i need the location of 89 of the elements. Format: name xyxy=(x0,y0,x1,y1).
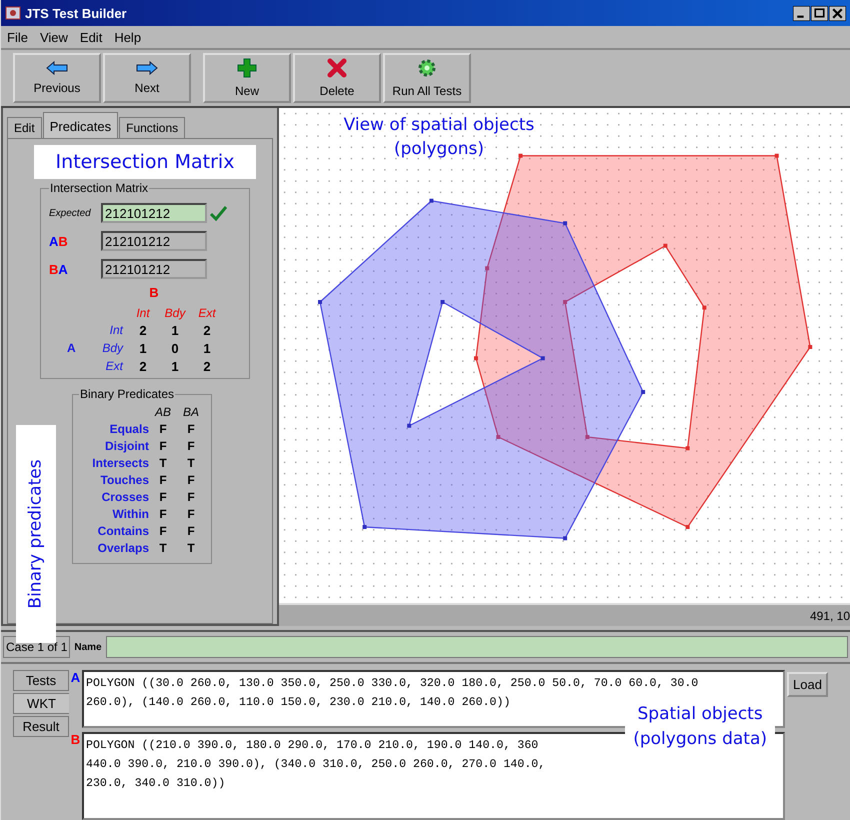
window-title: JTS Test Builder xyxy=(25,6,127,20)
matrix-value: 2 xyxy=(202,323,212,338)
row-header: Ext xyxy=(104,359,124,374)
matrix-value: 2 xyxy=(202,359,212,374)
app-icon xyxy=(5,5,21,21)
matrix-value: 1 xyxy=(138,341,148,356)
geometry-letter: B xyxy=(70,732,82,749)
toolbar-button[interactable]: Previous xyxy=(13,53,101,103)
predicate-name: Intersects xyxy=(91,456,149,470)
matrix-value: 2 xyxy=(138,323,148,338)
predicate-name: Equals xyxy=(108,422,149,436)
matrix-label: A xyxy=(67,341,76,355)
matrix-label: B xyxy=(149,285,159,300)
geometry-letter: B xyxy=(58,234,68,248)
predicate-value: F xyxy=(158,524,168,538)
predicate-name: Contains xyxy=(96,524,149,538)
annotation-label: View of spatial objects (polygons) xyxy=(342,114,536,161)
predicate-value: F xyxy=(186,490,196,504)
geometry-letter: A xyxy=(49,234,58,248)
matrix-value: 2 xyxy=(138,359,148,374)
right-arrow-icon xyxy=(136,61,158,75)
menu-item[interactable]: View xyxy=(40,30,68,44)
toolbar-button[interactable]: Delete xyxy=(293,53,381,103)
matrix-field[interactable]: 212101212 xyxy=(101,231,207,251)
coordinates-readout: 491, 10 xyxy=(810,608,850,622)
row-header: Bdy xyxy=(101,341,124,356)
column-header: Ext xyxy=(197,306,217,320)
predicate-name: Crosses xyxy=(100,490,149,504)
tab[interactable]: Predicates xyxy=(42,112,118,138)
plus-icon xyxy=(237,58,257,78)
tab[interactable]: WKT xyxy=(13,693,69,714)
name-field[interactable] xyxy=(106,636,848,658)
group-title: Intersection Matrix xyxy=(49,181,150,195)
matrix-value: 1 xyxy=(202,341,212,356)
field-label: Expected xyxy=(49,208,92,218)
matrix-field[interactable]: 212101212 xyxy=(101,259,207,279)
predicate-value: F xyxy=(186,422,196,436)
annotation-label: Intersection Matrix xyxy=(34,145,256,179)
annotation-label: Binary predicates xyxy=(16,425,56,643)
tab[interactable]: Functions xyxy=(119,117,186,138)
predicate-name: Disjoint xyxy=(104,439,149,453)
predicate-value: F xyxy=(158,507,168,521)
geometry-letter: A xyxy=(58,262,68,276)
menu-item[interactable]: File xyxy=(7,30,28,44)
row-header: Int xyxy=(108,323,124,338)
predicate-name: Within xyxy=(111,507,149,521)
case-counter: Case 1 of 1 xyxy=(3,636,70,658)
predicate-value: F xyxy=(158,422,168,436)
matrix-value: 1 xyxy=(170,323,180,338)
predicate-value: F xyxy=(186,473,196,487)
cross-icon xyxy=(327,58,347,78)
toolbar-button[interactable]: Run All Tests xyxy=(383,53,471,103)
predicate-value: T xyxy=(158,541,168,555)
matrix-value: 1 xyxy=(170,359,180,374)
matrix-value: 0 xyxy=(170,341,180,356)
tab[interactable]: Result xyxy=(13,716,69,737)
group-title: Binary Predicates xyxy=(79,387,176,401)
field-label: Name xyxy=(74,642,102,652)
geometry-canvas[interactable]: View of spatial objects (polygons) xyxy=(279,108,850,603)
predicate-value: F xyxy=(186,439,196,453)
gear-icon xyxy=(417,58,437,78)
toolbar-button[interactable]: New xyxy=(203,53,291,103)
column-header: Int xyxy=(135,306,151,320)
tab[interactable]: Edit xyxy=(7,117,42,138)
predicate-value: F xyxy=(158,490,168,504)
predicate-name: Overlaps xyxy=(96,541,149,555)
predicate-value: T xyxy=(186,456,196,470)
matrix-field[interactable]: 212101212 xyxy=(101,203,207,223)
predicate-value: T xyxy=(158,456,168,470)
close-button[interactable] xyxy=(829,6,846,20)
maximize-button[interactable] xyxy=(811,6,828,20)
geometry-letter: B xyxy=(49,262,58,276)
toolbar-button[interactable]: Next xyxy=(103,53,191,103)
column-header: BA xyxy=(182,405,200,419)
predicate-value: F xyxy=(186,524,196,538)
column-header: AB xyxy=(154,405,172,419)
load-button[interactable]: Load xyxy=(787,672,828,697)
column-header: Bdy xyxy=(164,306,187,320)
left-arrow-icon xyxy=(46,61,68,75)
predicate-value: F xyxy=(158,439,168,453)
tab[interactable]: Tests xyxy=(13,670,69,691)
predicate-name: Touches xyxy=(100,473,149,487)
menu-item[interactable]: Help xyxy=(114,30,142,44)
predicate-value: T xyxy=(186,541,196,555)
predicate-value: F xyxy=(186,507,196,521)
minimize-button[interactable] xyxy=(793,6,810,20)
predicate-value: F xyxy=(158,473,168,487)
geometry-letter: A xyxy=(70,670,82,687)
menu-item[interactable]: Edit xyxy=(80,30,102,44)
